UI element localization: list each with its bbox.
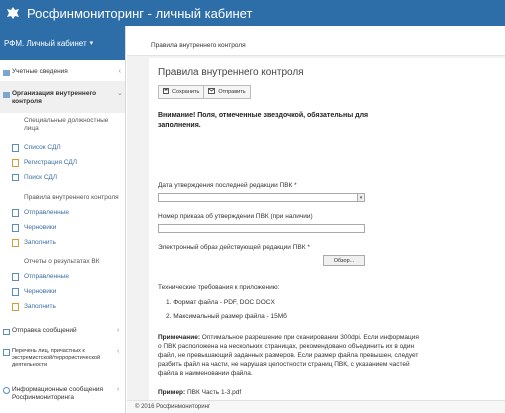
folder-icon	[3, 91, 10, 98]
sidebar-link-label: Заполнить	[24, 239, 56, 246]
order-label: Номер приказа об утверждении ПВК (при на…	[158, 213, 313, 220]
page-title: Правила внутреннего контроля	[158, 67, 304, 78]
sidebar-link-reports-drafts[interactable]: Черновики	[0, 288, 125, 296]
sidebar-link-sdl-search[interactable]: Поиск СДЛ	[0, 174, 125, 182]
search-icon	[12, 174, 20, 182]
example-bold: Пример:	[158, 389, 186, 396]
sidebar-item-label: Информационные сообщения Росфинмониторин…	[12, 386, 104, 401]
requirement-item: 1. Формат файла - PDF, DOC DOCX	[166, 299, 275, 306]
order-number-input[interactable]	[158, 224, 365, 233]
send-label: Отправить	[218, 89, 246, 95]
save-label: Сохранить	[172, 89, 200, 95]
main-content: Правила внутреннего контроля Правила вну…	[127, 26, 505, 400]
edit-icon	[12, 303, 20, 311]
sidebar-link-label: Отправленные	[24, 209, 69, 216]
sidebar-link-label: Заполнить	[24, 303, 56, 310]
sidebar-group-pvk: Правила внутреннего контроля	[24, 194, 119, 201]
sidebar-item-internal-control[interactable]: Организация внутреннего контроля	[0, 90, 110, 106]
sidebar-link-label: Поиск СДЛ	[24, 174, 58, 181]
cabinet-menu[interactable]: РФМ. Личный кабинет ▾	[0, 26, 125, 60]
edit-icon	[12, 159, 20, 167]
sidebar-item-extremist-list[interactable]: Перечень лиц, причастных к экстремистско…	[0, 348, 110, 369]
cabinet-label: РФМ. Личный кабинет	[4, 38, 87, 48]
sidebar-item-accounting[interactable]: Учетные сведения ‹	[0, 68, 125, 76]
sidebar-link-reports-sent[interactable]: Отправленные	[0, 273, 125, 281]
sidebar-group-reports: Отчеты о результатах ВК	[24, 258, 100, 265]
document-icon	[12, 224, 20, 232]
sidebar-link-sdl-register[interactable]: Регистрация СДЛ	[0, 159, 125, 167]
edit-icon	[12, 239, 20, 247]
chevron-left-icon: ‹	[117, 386, 120, 393]
sidebar-link-pvk-fill[interactable]: Заполнить	[0, 239, 125, 247]
copyright: © 2016 Росфинмониторинг	[135, 404, 211, 410]
sidebar: РФМ. Личный кабинет ▾ Учетные сведения ‹…	[0, 26, 126, 413]
caret-down-icon: ▾	[89, 40, 94, 47]
send-button[interactable]: Отправить	[204, 85, 251, 99]
sidebar-link-label: Регистрация СДЛ	[24, 159, 78, 166]
document-icon	[12, 273, 20, 281]
sidebar-link-label: Черновики	[24, 224, 57, 231]
date-select[interactable]: ▾	[158, 193, 365, 202]
sidebar-item-info-messages[interactable]: Информационные сообщения Росфинмониторин…	[0, 386, 110, 402]
dropdown-arrow-icon: ▾	[357, 194, 364, 201]
sidebar-link-sdl-list[interactable]: Список СДЛ	[0, 144, 125, 152]
envelope-icon	[3, 328, 10, 335]
sidebar-item-label: Перечень лиц, причастных к экстремистско…	[12, 348, 101, 368]
chevron-left-icon: ‹	[117, 348, 120, 355]
sidebar-item-label: Учетные сведения	[12, 68, 68, 75]
required-warning: Внимание! Поля, отмеченные звездочкой, о…	[158, 112, 369, 129]
breadcrumb: Правила внутреннего контроля	[151, 42, 246, 49]
app-title: Росфинмониторинг - личный кабинет	[27, 5, 253, 21]
sidebar-group-sdl: Специальные должностные лица	[24, 117, 109, 132]
chevron-left-icon: ‹	[118, 68, 121, 75]
footer: © 2016 Росфинмониторинг	[127, 400, 505, 413]
example-line: Пример: ПВК Часть 1-3.pdf	[158, 388, 420, 397]
sidebar-link-label: Список СДЛ	[24, 144, 61, 151]
document-icon	[12, 209, 20, 217]
note-paragraph: Примечание: Оптимальное разрешение при с…	[158, 333, 420, 378]
example-text: ПВК Часть 1-3.pdf	[185, 389, 242, 396]
requirements-title: Технические требования к приложению:	[158, 284, 280, 291]
save-icon	[163, 88, 169, 96]
save-button[interactable]: Сохранить	[158, 85, 205, 99]
document-icon	[12, 144, 20, 152]
browse-button[interactable]: Обзор...	[323, 255, 365, 266]
emblem-icon	[3, 3, 23, 23]
date-label: Дата утверждения последней редакции ПВК …	[158, 182, 297, 189]
send-icon	[208, 88, 216, 96]
folder-icon	[3, 69, 10, 76]
document-icon	[12, 288, 20, 296]
sidebar-link-label: Отправленные	[24, 273, 69, 280]
requirement-item: 2. Максимальный размер файла - 15Мб	[166, 313, 287, 320]
sidebar-link-label: Черновики	[24, 288, 57, 295]
sidebar-item-label: Отправка сообщений	[12, 327, 77, 334]
chevron-left-icon: ‹	[117, 327, 120, 334]
file-label: Электронный образ действующей редакции П…	[158, 244, 310, 251]
sidebar-link-reports-fill[interactable]: Заполнить	[0, 303, 125, 311]
chevron-down-icon: ⌄	[117, 90, 123, 97]
list-icon	[3, 349, 10, 356]
info-icon	[3, 387, 10, 394]
form-panel: Правила внутреннего контроля Сохранить О…	[149, 58, 505, 400]
sidebar-link-pvk-drafts[interactable]: Черновики	[0, 224, 125, 232]
sidebar-link-pvk-sent[interactable]: Отправленные	[0, 209, 125, 217]
top-header: Росфинмониторинг - личный кабинет	[0, 0, 505, 26]
note-bold: Примечание:	[158, 334, 200, 341]
form-toolbar: Сохранить Отправить	[158, 85, 251, 99]
breadcrumb-bar: Правила внутреннего контроля	[127, 26, 505, 56]
sidebar-item-label: Организация внутреннего контроля	[12, 90, 97, 105]
sidebar-item-send-messages[interactable]: Отправка сообщений	[0, 327, 110, 335]
